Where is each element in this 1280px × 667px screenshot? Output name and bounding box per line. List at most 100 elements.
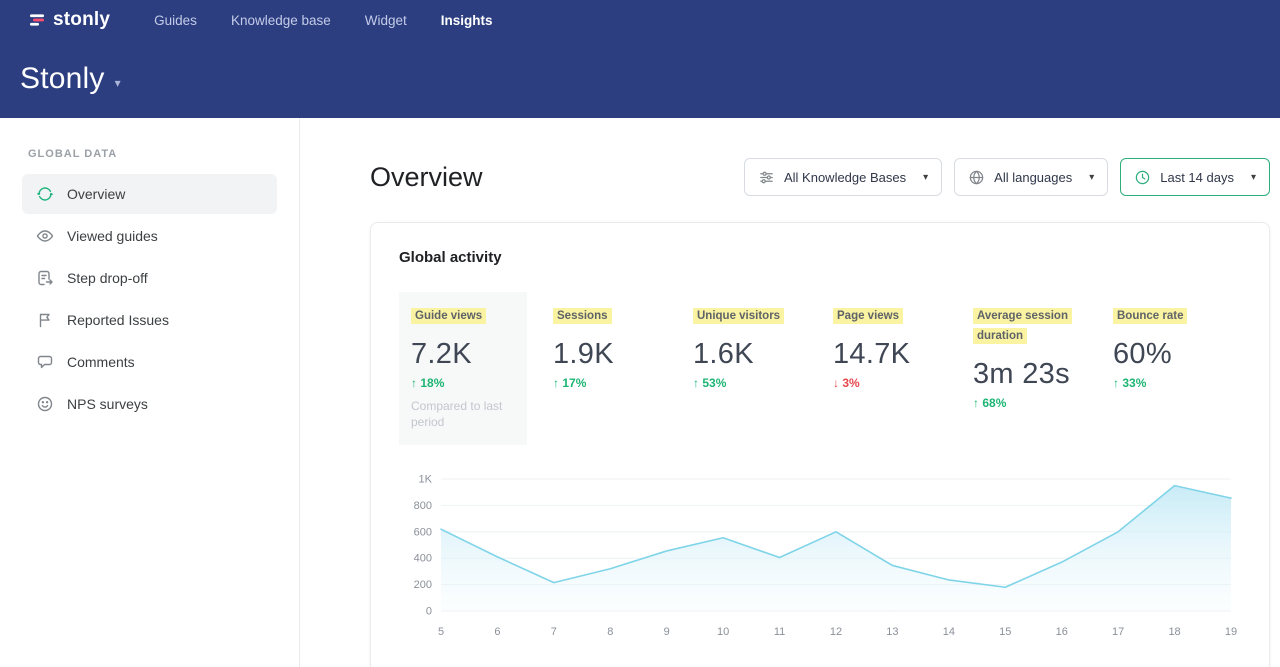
chevron-down-icon: ▾: [115, 68, 121, 90]
up-arrow-icon: ↑: [411, 376, 417, 390]
filter-label: All Knowledge Bases: [784, 170, 906, 185]
sidebar-item-label: Overview: [67, 186, 125, 202]
stonly-logo-text: stonly: [53, 9, 110, 31]
sliders-icon: [758, 169, 775, 186]
svg-text:10: 10: [717, 626, 729, 638]
workspace-name: Stonly: [20, 62, 105, 96]
sidebar-item-step-drop-off[interactable]: Step drop-off: [22, 258, 277, 298]
sidebar-item-label: NPS surveys: [67, 396, 148, 412]
svg-text:15: 15: [999, 626, 1011, 638]
top-navigation: stonly Guides Knowledge base Widget Insi…: [0, 0, 1280, 40]
nav-item-guides[interactable]: Guides: [154, 13, 197, 28]
card-title: Global activity: [399, 249, 1241, 266]
sidebar-section-label: GLOBAL DATA: [0, 148, 299, 160]
metric-bounce-rate[interactable]: Bounce rate 60% ↑ 33%: [1111, 292, 1227, 404]
svg-text:400: 400: [414, 552, 432, 564]
stonly-logo-icon: [28, 11, 46, 29]
top-nav-links: Guides Knowledge base Widget Insights: [154, 13, 492, 28]
stonly-logo[interactable]: stonly: [28, 9, 110, 31]
metric-value: 7.2K: [411, 338, 515, 371]
chevron-down-icon: ▾: [1089, 172, 1094, 183]
metric-value: 3m 23s: [973, 358, 1085, 391]
metric-delta: ↑ 33%: [1113, 376, 1225, 390]
metric-delta: ↑ 18%: [411, 376, 515, 390]
overview-icon: [36, 185, 54, 203]
svg-text:14: 14: [943, 626, 955, 638]
metric-label: Page views: [833, 308, 903, 324]
svg-text:9: 9: [664, 626, 670, 638]
metric-delta: ↑ 53%: [693, 376, 805, 390]
flag-icon: [36, 311, 54, 329]
metric-sessions[interactable]: Sessions 1.9K ↑ 17%: [551, 292, 667, 404]
filter-label: Last 14 days: [1160, 170, 1234, 185]
svg-text:7: 7: [551, 626, 557, 638]
languages-filter[interactable]: All languages ▾: [954, 158, 1108, 196]
nav-item-widget[interactable]: Widget: [365, 13, 407, 28]
metric-label: Bounce rate: [1113, 308, 1187, 324]
smiley-icon: [36, 395, 54, 413]
metric-note: Compared to last period: [411, 398, 515, 430]
date-range-filter[interactable]: Last 14 days ▾: [1120, 158, 1270, 196]
metric-guide-views[interactable]: Guide views 7.2K ↑ 18% Compared to last …: [399, 292, 527, 445]
sidebar: GLOBAL DATA Overview Viewed guides: [0, 118, 300, 667]
svg-text:1K: 1K: [419, 473, 433, 485]
svg-text:13: 13: [886, 626, 898, 638]
metric-value: 1.6K: [693, 338, 805, 371]
svg-text:19: 19: [1225, 626, 1237, 638]
metric-label: Average session duration: [973, 308, 1072, 344]
sidebar-item-label: Reported Issues: [67, 312, 169, 328]
app-header: stonly Guides Knowledge base Widget Insi…: [0, 0, 1280, 118]
global-activity-card: Global activity Guide views 7.2K ↑ 18% C…: [370, 222, 1270, 667]
sidebar-item-label: Step drop-off: [67, 270, 148, 286]
svg-text:16: 16: [1056, 626, 1068, 638]
metric-value: 60%: [1113, 338, 1225, 371]
metric-page-views[interactable]: Page views 14.7K ↓ 3%: [831, 292, 947, 404]
comment-bubble-icon: [36, 353, 54, 371]
svg-text:11: 11: [774, 626, 785, 638]
svg-text:18: 18: [1168, 626, 1180, 638]
nav-item-knowledge-base[interactable]: Knowledge base: [231, 13, 331, 28]
up-arrow-icon: ↑: [973, 396, 979, 410]
svg-text:200: 200: [414, 579, 432, 591]
svg-text:5: 5: [438, 626, 444, 638]
metric-value: 1.9K: [553, 338, 665, 371]
metric-label: Unique visitors: [693, 308, 784, 324]
step-dropoff-icon: [36, 269, 54, 287]
sidebar-item-overview[interactable]: Overview: [22, 174, 277, 214]
metrics-row: Guide views 7.2K ↑ 18% Compared to last …: [399, 292, 1241, 445]
svg-text:8: 8: [607, 626, 613, 638]
down-arrow-icon: ↓: [833, 376, 839, 390]
workspace-selector[interactable]: Stonly ▾: [20, 62, 121, 96]
up-arrow-icon: ↑: [693, 376, 699, 390]
sidebar-item-reported-issues[interactable]: Reported Issues: [22, 300, 277, 340]
metric-value: 14.7K: [833, 338, 945, 371]
sidebar-item-comments[interactable]: Comments: [22, 342, 277, 382]
filters-bar: All Knowledge Bases ▾ All languages ▾: [744, 158, 1270, 196]
chevron-down-icon: ▾: [1251, 172, 1256, 183]
nav-item-insights[interactable]: Insights: [441, 13, 493, 28]
main-header: Overview All Knowledge Bases ▾: [300, 118, 1280, 196]
sidebar-item-label: Comments: [67, 354, 135, 370]
metric-delta: ↑ 17%: [553, 376, 665, 390]
chevron-down-icon: ▾: [923, 172, 928, 183]
metric-delta: ↓ 3%: [833, 376, 945, 390]
main-content: Overview All Knowledge Bases ▾: [300, 118, 1280, 667]
metric-label: Sessions: [553, 308, 612, 324]
metric-avg-session-duration[interactable]: Average session duration 3m 23s ↑ 68%: [971, 292, 1087, 424]
sidebar-item-viewed-guides[interactable]: Viewed guides: [22, 216, 277, 256]
svg-text:800: 800: [414, 499, 432, 511]
metric-unique-visitors[interactable]: Unique visitors 1.6K ↑ 53%: [691, 292, 807, 404]
filter-label: All languages: [994, 170, 1072, 185]
up-arrow-icon: ↑: [1113, 376, 1119, 390]
metric-delta: ↑ 68%: [973, 396, 1085, 410]
clock-icon: [1134, 169, 1151, 186]
sidebar-item-nps-surveys[interactable]: NPS surveys: [22, 384, 277, 424]
svg-text:0: 0: [426, 605, 432, 617]
chart-area: 02004006008001K5678910111213141516171819: [399, 469, 1241, 646]
knowledge-bases-filter[interactable]: All Knowledge Bases ▾: [744, 158, 942, 196]
workspace-row: Stonly ▾: [0, 40, 1280, 118]
svg-text:17: 17: [1112, 626, 1124, 638]
up-arrow-icon: ↑: [553, 376, 559, 390]
eye-icon: [36, 227, 54, 245]
svg-text:600: 600: [414, 526, 432, 538]
